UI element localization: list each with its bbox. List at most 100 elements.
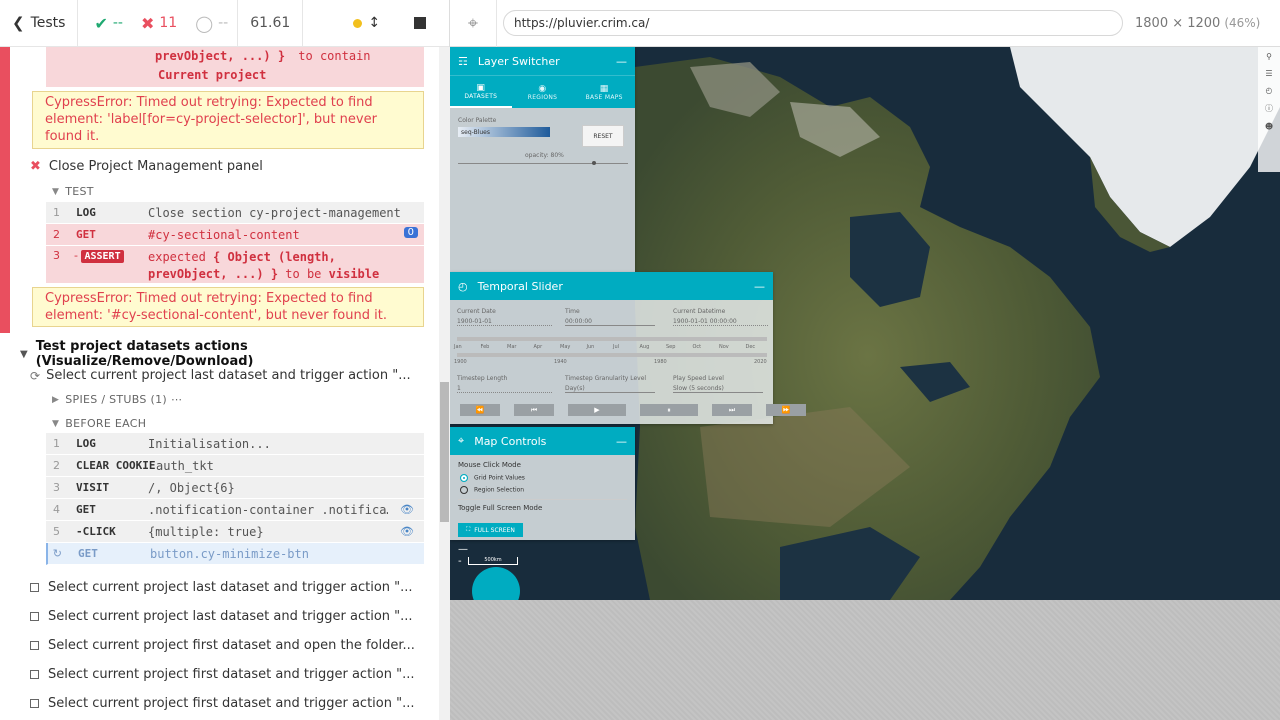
map-controls-header: ⌖ Map Controls — xyxy=(450,427,635,455)
chevron-left-icon: ❮ xyxy=(12,14,25,32)
current-date-field[interactable]: 1900-01-01 xyxy=(457,318,552,326)
layer-switcher-tabs: ▣ DATASETS ◉ REGIONS ▦ BASE MAPS xyxy=(450,75,635,108)
failed-count: 11 xyxy=(159,15,178,31)
fast-backward-button[interactable]: ⏪ xyxy=(460,404,500,416)
user-icon[interactable]: ☻ xyxy=(1265,122,1273,131)
error-message[interactable]: CypressError: Timed out retrying: Expect… xyxy=(32,287,424,327)
spinner-icon: ↻ xyxy=(52,547,62,560)
error-message[interactable]: CypressError: Timed out retrying: Expect… xyxy=(32,91,424,149)
pending-test[interactable]: Select current project first dataset and… xyxy=(30,638,415,653)
scale-line: 500km xyxy=(468,557,518,565)
time-select[interactable]: 00:00:00 xyxy=(565,318,655,326)
command-row-pending[interactable]: ↻ GET button.cy-minimize-btn xyxy=(46,543,424,565)
command-row[interactable]: 1 LOG Initialisation... xyxy=(46,433,424,455)
play-speed-select[interactable]: Slow (5 seconds) xyxy=(673,385,763,393)
command-row[interactable]: 2 CLEAR COOKIE auth_tkt xyxy=(46,455,424,477)
viewport-info[interactable]: 1800 × 1200 (46%) xyxy=(1135,16,1260,31)
opacity-slider[interactable] xyxy=(458,163,628,164)
minimize-icon[interactable]: — xyxy=(616,435,627,448)
info-icon[interactable]: ⓘ xyxy=(1265,103,1273,114)
granularity-select[interactable]: Day(s) xyxy=(565,385,655,393)
element-count-badge: 0 xyxy=(403,227,418,238)
reporter-scrollbar-thumb[interactable] xyxy=(440,382,449,522)
assert-line1: prevObject, ...) } to contain xyxy=(155,49,371,63)
passed-stat: ✔ -- xyxy=(78,0,132,47)
checkbox-icon xyxy=(30,699,39,708)
test-close-project-panel[interactable]: ✖ Close Project Management panel xyxy=(30,159,263,174)
running-test[interactable]: ⟳ Select current project last dataset an… xyxy=(30,368,411,383)
step-backward-button[interactable]: ⏮ xyxy=(514,404,554,416)
tab-base-maps[interactable]: ▦ BASE MAPS xyxy=(573,76,635,108)
pause-button[interactable]: ⏸ xyxy=(640,404,698,416)
globe-icon: ◉ xyxy=(538,83,547,94)
stop-icon[interactable] xyxy=(414,17,427,29)
layers-icon[interactable]: ☰ xyxy=(1265,69,1272,78)
command-row[interactable]: 4 GET .notification-container .notifica…… xyxy=(46,499,424,521)
assert-badge: ASSERT xyxy=(81,250,124,263)
before-each-header[interactable]: ▼ BEFORE EACH xyxy=(52,417,146,430)
minimize-icon[interactable]: — xyxy=(754,280,765,293)
clock-icon[interactable]: ◴ xyxy=(1266,86,1273,95)
pending-test[interactable]: Select current project first dataset and… xyxy=(30,667,414,682)
suite-title[interactable]: ▼ Test project datasets actions (Visuali… xyxy=(20,339,440,369)
caret-right-icon: ▶ xyxy=(52,394,60,405)
year-slider[interactable] xyxy=(457,353,767,357)
auto-scroll-toggle[interactable]: ↕ xyxy=(343,0,390,47)
timestep-length-field[interactable]: 1 xyxy=(457,385,552,393)
selector-playground-icon[interactable]: ⌖ xyxy=(450,0,497,47)
command-row[interactable]: 2 GET #cy-sectional-content 0 xyxy=(46,224,424,246)
command-row-assert[interactable]: 3 - ASSERT expected { Object (length, pr… xyxy=(46,246,424,284)
viewport-overflow-area xyxy=(450,600,1280,720)
layer-switcher-header: ☶ Layer Switcher — xyxy=(450,47,635,75)
minimize-icon[interactable]: — xyxy=(616,55,627,68)
fast-forward-button[interactable]: ⏩ xyxy=(766,404,806,416)
failed-x-icon: ✖ xyxy=(30,159,41,174)
tab-datasets[interactable]: ▣ DATASETS xyxy=(450,76,512,108)
radio-off-icon xyxy=(460,486,468,494)
reporter-header: ❮ Tests ✔ -- ✖ 11 ◯ -- 61.61 ↕ xyxy=(0,0,449,47)
pending-test[interactable]: Select current project first dataset and… xyxy=(30,696,414,711)
refresh-icon: ⟳ xyxy=(30,368,41,383)
tab-regions[interactable]: ◉ REGIONS xyxy=(512,76,574,108)
spies-stubs-header[interactable]: ▶ SPIES / STUBS (1) ⋯ xyxy=(52,393,182,406)
month-label: May xyxy=(560,344,571,350)
cypress-reporter: ❮ Tests ✔ -- ✖ 11 ◯ -- 61.61 ↕ prevObjec… xyxy=(0,0,450,720)
map-frame[interactable]: ⚲ ☰ ◴ ⓘ ☻ ☶ Layer Switcher — ▣ DATASETS ◉ R… xyxy=(450,47,1280,600)
search-icon[interactable]: ⚲ xyxy=(1266,52,1272,61)
month-label: Jul xyxy=(613,344,620,350)
step-forward-button[interactable]: ⏭ xyxy=(712,404,752,416)
aut-header: ⌖ https://pluvier.crim.ca/ 1800 × 1200 (4… xyxy=(450,0,1280,47)
zoom-in-icon[interactable]: — xyxy=(458,544,468,555)
pending-test[interactable]: Select current project last dataset and … xyxy=(30,609,413,624)
month-slider[interactable] xyxy=(457,337,767,341)
opacity-slider-handle[interactable] xyxy=(592,161,596,165)
url-field[interactable]: https://pluvier.crim.ca/ xyxy=(503,10,1123,36)
temporal-slider-panel: ◴ Temporal Slider — Current Date 1900-01-… xyxy=(450,272,806,424)
year-label: 1980 xyxy=(654,359,667,365)
current-datetime-field[interactable]: 1900-01-01 00:00:00 xyxy=(673,318,768,326)
previous-assert: prevObject, ...) } to contain Current pr… xyxy=(46,47,424,87)
fullscreen-button[interactable]: ⛶ FULL SCREEN xyxy=(458,523,523,537)
command-row[interactable]: 1 LOG Close section cy-project-managemen… xyxy=(46,202,424,224)
zoom-out-icon[interactable]: - xyxy=(458,556,462,567)
checkbox-icon xyxy=(30,583,39,592)
caret-down-icon: ▼ xyxy=(20,348,28,360)
command-row[interactable]: 5 -CLICK {multiple: true} 👁 xyxy=(46,521,424,543)
app-under-test: ⌖ https://pluvier.crim.ca/ 1800 × 1200 (4… xyxy=(450,0,1280,720)
eye-slash-icon[interactable]: 👁 xyxy=(400,503,414,516)
play-button[interactable]: ▶ xyxy=(568,404,626,416)
expand-icon: ⛶ xyxy=(466,526,471,533)
layer-switcher-panel: ☶ Layer Switcher — ▣ DATASETS ◉ REGIONS ▦ BA… xyxy=(450,47,635,272)
reset-button[interactable]: RESET xyxy=(582,125,624,147)
palette-select[interactable]: seq-Blues xyxy=(458,127,550,137)
region-selection-radio[interactable]: Region Selection xyxy=(460,486,627,494)
command-row[interactable]: 3 VISIT /, Object{6} xyxy=(46,477,424,499)
eye-slash-icon[interactable]: 👁 xyxy=(400,525,414,538)
viewport-size: 1800 × 1200 xyxy=(1135,15,1221,31)
pending-test[interactable]: Select current project last dataset and … xyxy=(30,580,413,595)
grid-point-radio[interactable]: Grid Point Values xyxy=(460,474,627,482)
circle-notch-icon: ◯ xyxy=(195,13,214,33)
tests-nav-button[interactable]: ❮ Tests xyxy=(0,0,79,47)
test-section-header[interactable]: ▼ TEST xyxy=(52,185,94,198)
month-label: Jun xyxy=(586,344,595,350)
